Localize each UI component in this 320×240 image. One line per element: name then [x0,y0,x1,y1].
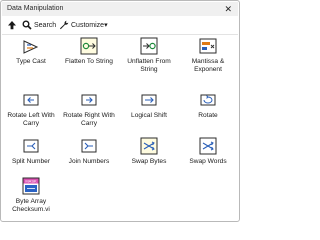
swap-bytes-icon [140,137,158,155]
customize-button[interactable]: Customize▾ [59,19,108,31]
palette-item-byte-array-checksum[interactable]: MASK Byte Array Checksum.vi [2,177,60,219]
join-numbers-icon [81,139,97,153]
title-bar[interactable]: Data Manipulation ✕ [2,2,238,16]
item-label: Rotate Right With Carry [63,112,115,127]
rotate-icon [200,94,216,106]
palette-item-flatten-to-string[interactable]: Flatten To String [60,37,118,79]
palette-item-unflatten-from-string[interactable]: Unflatten From String [120,37,178,79]
search-icon [22,20,32,30]
palette-item-rotate-left-carry[interactable]: Rotate Left With Carry [2,91,60,133]
palette-item-rotate[interactable]: Rotate [179,91,237,133]
item-label: Mantissa & Exponent [191,58,225,73]
palette-item-rotate-right-carry[interactable]: Rotate Right With Carry [60,91,118,133]
customize-label: Customize▾ [71,22,108,29]
byte-array-checksum-icon: MASK [22,177,40,195]
item-label: Swap Bytes [131,158,167,165]
up-button[interactable] [7,19,17,31]
unflatten-from-string-icon [140,37,158,55]
item-label: Rotate [198,112,218,119]
palette-item-mantissa-exponent[interactable]: Mantissa & Exponent [179,37,237,79]
item-label: Swap Words [189,158,227,165]
wrench-icon [60,20,69,30]
palette-title: Data Manipulation [7,5,64,12]
item-label: Join Numbers [68,158,110,165]
close-icon[interactable]: ✕ [224,3,232,15]
palette-item-type-cast[interactable]: Type Cast [2,37,60,79]
data-manipulation-palette: Data Manipulation ✕ Search Customize▾ Ty… [0,0,240,222]
type-cast-icon [23,40,39,54]
item-label: Type Cast [16,58,46,65]
item-label: Flatten To String [65,58,113,65]
flatten-to-string-icon [80,37,98,55]
search-label: Search [34,21,57,29]
logical-shift-icon [141,94,157,106]
rotate-right-carry-icon [81,94,97,106]
palette-item-logical-shift[interactable]: Logical Shift [120,91,178,133]
toolbar-divider [2,34,238,35]
palette-item-swap-bytes[interactable]: Swap Bytes [120,137,178,179]
item-label: Rotate Left With Carry [7,112,55,127]
up-arrow-icon [8,21,16,30]
rotate-left-carry-icon [23,94,39,106]
palette-item-split-number[interactable]: Split Number [2,137,60,179]
swap-words-icon [199,137,217,155]
toolbar: Search Customize▾ [2,17,238,33]
item-label: Split Number [11,158,51,165]
mantissa-exponent-icon [199,38,217,54]
split-number-icon [23,139,39,153]
search-button[interactable]: Search [22,19,56,31]
vi-badge-text: MASK [25,179,37,184]
item-label: Unflatten From String [127,58,171,73]
item-label: Logical Shift [131,112,167,119]
item-label: Byte Array Checksum.vi [12,198,50,213]
palette-item-swap-words[interactable]: Swap Words [179,137,237,179]
palette-item-join-numbers[interactable]: Join Numbers [60,137,118,179]
